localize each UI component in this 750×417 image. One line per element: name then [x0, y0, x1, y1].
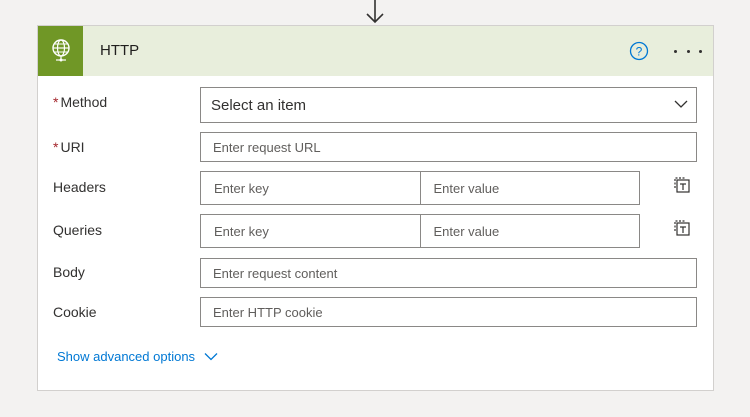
queries-label: Queries	[53, 222, 103, 238]
more-dot	[699, 49, 702, 53]
flow-arrow-icon	[366, 0, 384, 24]
headers-label: Headers	[53, 179, 106, 195]
required-marker: *	[53, 94, 59, 110]
queries-key-placeholder: Enter key	[214, 223, 269, 239]
chevron-down-icon	[204, 353, 218, 361]
body-input[interactable]: Enter request content	[200, 258, 697, 288]
more-options-button[interactable]	[674, 40, 702, 62]
more-dot	[674, 49, 677, 53]
uri-label-text: URI	[60, 139, 85, 155]
advanced-options-label: Show advanced options	[57, 349, 196, 364]
body-label: Body	[53, 264, 85, 280]
help-icon[interactable]: ?	[629, 41, 649, 61]
http-action-card: HTTP ? * Method Select an item * URI Enter…	[37, 25, 714, 391]
method-label-text: Method	[60, 94, 108, 110]
queries-value-placeholder: Enter value	[433, 223, 500, 239]
more-dot	[686, 49, 690, 53]
body-placeholder: Enter request content	[213, 265, 338, 281]
card-header[interactable]: HTTP ?	[38, 26, 713, 76]
switch-to-text-mode-icon[interactable]	[673, 219, 691, 237]
headers-key-input[interactable]: Enter key	[201, 172, 420, 204]
method-label: * Method	[53, 94, 107, 110]
chevron-down-icon	[674, 100, 688, 108]
show-advanced-options-link[interactable]: Show advanced options	[57, 349, 218, 364]
action-title: HTTP	[100, 42, 140, 59]
queries-row: Enter key Enter value	[200, 214, 640, 248]
required-marker: *	[53, 139, 59, 155]
uri-placeholder: Enter request URL	[213, 139, 321, 155]
switch-to-text-mode-icon[interactable]	[673, 176, 691, 194]
cookie-placeholder: Enter HTTP cookie	[213, 304, 323, 320]
queries-value-input[interactable]: Enter value	[419, 215, 640, 247]
headers-row: Enter key Enter value	[200, 171, 640, 205]
headers-value-placeholder: Enter value	[433, 180, 500, 196]
method-select-placeholder: Select an item	[211, 96, 307, 114]
svg-text:?: ?	[636, 45, 643, 59]
headers-value-input[interactable]: Enter value	[419, 172, 640, 204]
cookie-label: Cookie	[53, 304, 97, 320]
uri-label: * URI	[53, 139, 85, 155]
queries-key-input[interactable]: Enter key	[201, 215, 420, 247]
uri-input[interactable]: Enter request URL	[200, 132, 697, 162]
cookie-input[interactable]: Enter HTTP cookie	[200, 297, 697, 327]
headers-key-placeholder: Enter key	[214, 180, 269, 196]
globe-icon	[38, 26, 83, 76]
method-select[interactable]: Select an item	[200, 87, 697, 123]
